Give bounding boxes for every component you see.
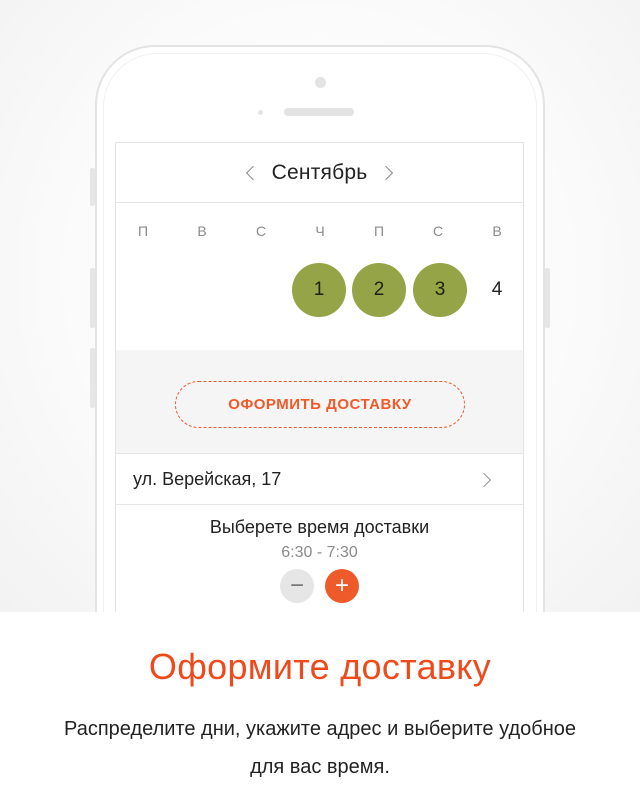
phone-speaker (284, 108, 354, 116)
promo-description: Распределите дни, укажите адрес и выбери… (64, 718, 576, 778)
weekday-label: В (197, 223, 207, 239)
app-screen: Сентябрь П В С Ч П С В 1 2 3 4 ОФОРМИТЬ … (115, 142, 524, 612)
calendar-day[interactable]: 4 (470, 263, 523, 317)
calendar-days: 1 2 3 4 (116, 263, 523, 319)
order-delivery-button[interactable]: ОФОРМИТЬ ДОСТАВКУ (175, 381, 465, 428)
weekday-label: С (255, 223, 267, 239)
weekday-label: Ч (315, 223, 325, 239)
weekday-label: П (373, 223, 385, 239)
weekday-label: В (492, 223, 502, 239)
phone-sensor (258, 110, 263, 115)
calendar-day-selected[interactable]: 3 (413, 263, 467, 317)
promo-headline: Оформите доставку (148, 646, 492, 687)
weekday-label: С (432, 223, 444, 239)
chevron-left-icon[interactable] (245, 165, 260, 180)
chevron-right-icon[interactable] (379, 165, 394, 180)
device-showcase: Сентябрь П В С Ч П С В 1 2 3 4 ОФОРМИТЬ … (0, 0, 640, 612)
weekday-label: П (137, 223, 149, 239)
address-row[interactable]: ул. Верейская, 17 (116, 453, 523, 505)
address-text: ул. Верейская, 17 (133, 468, 282, 489)
month-title: Сентябрь (271, 160, 368, 184)
delivery-time-range: 6:30 - 7:30 (281, 544, 358, 561)
minus-icon[interactable]: − (280, 569, 314, 603)
month-navigator: Сентябрь (116, 143, 523, 203)
phone-camera (315, 77, 326, 88)
calendar-day-selected[interactable]: 2 (352, 263, 406, 317)
plus-icon[interactable]: + (325, 569, 359, 603)
calendar-day-selected[interactable]: 1 (292, 263, 346, 317)
delivery-time-title: Выберете время доставки (209, 517, 430, 537)
weekday-header: П В С Ч П С В (116, 223, 523, 243)
chevron-right-icon (476, 472, 492, 488)
phone-power-button (545, 268, 550, 328)
action-band: ОФОРМИТЬ ДОСТАВКУ (116, 350, 523, 453)
